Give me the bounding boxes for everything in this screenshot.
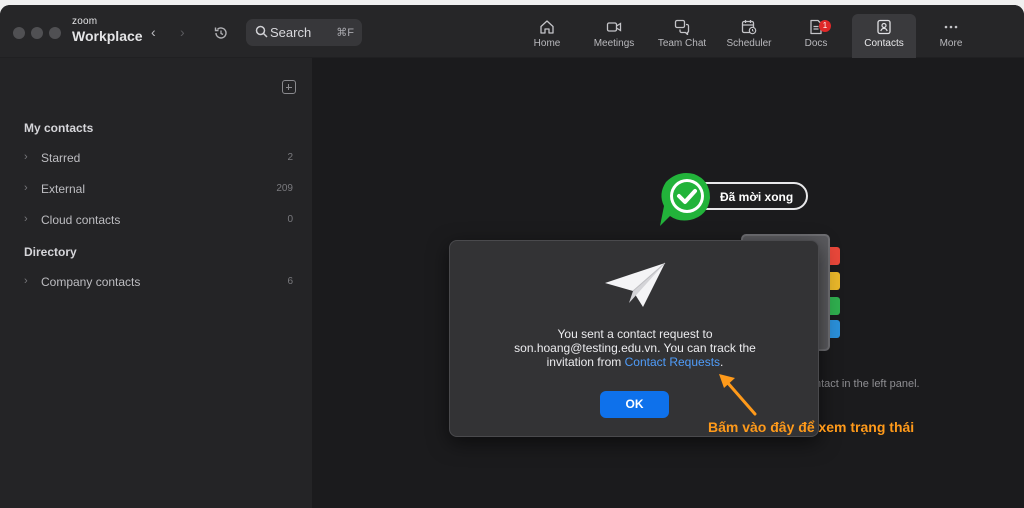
chevron-right-icon: ›	[24, 151, 28, 163]
title-bar: zoom Workplace ‹ › Search ⌘F Home Meetin…	[0, 5, 1024, 58]
tab-docs-label: Docs	[804, 38, 828, 49]
green-check-icon	[660, 173, 710, 226]
dialog-line-2: son.hoang@testing.edu.vn. You can track …	[514, 341, 756, 355]
docs-badge: 1	[819, 20, 831, 32]
my-contacts-heading: My contacts	[24, 121, 94, 135]
tab-home-label: Home	[533, 38, 561, 49]
orange-arrow-icon	[719, 374, 757, 416]
contacts-icon	[877, 19, 891, 35]
forward-arrow-icon[interactable]: ›	[180, 24, 185, 40]
tab-docs[interactable]: Docs 1	[788, 14, 844, 58]
zoom-window-button[interactable]	[49, 27, 61, 39]
home-icon	[540, 20, 554, 34]
sidebar-item-label: Company contacts	[41, 275, 141, 289]
chevron-right-icon: ›	[24, 275, 28, 287]
sidebar-item-count: 6	[287, 276, 293, 287]
book-tab-yellow	[830, 272, 840, 290]
tab-team-chat-label: Team Chat	[657, 38, 707, 49]
dialog-line-3: invitation from Contact Requests.	[450, 355, 820, 369]
minimize-window-button[interactable]	[31, 27, 43, 39]
sidebar-item-starred[interactable]: › Starred 2	[0, 148, 312, 170]
sidebar-item-count: 0	[287, 214, 293, 225]
paper-plane-icon	[605, 262, 666, 307]
ellipsis-icon	[944, 25, 958, 29]
empty-state-hint: ntact in the left panel.	[815, 378, 920, 390]
tab-more[interactable]: More	[924, 14, 978, 58]
tab-more-label: More	[939, 38, 963, 49]
callout-annotation: Bấm vào đây để xem trạng thái	[708, 419, 915, 435]
contact-request-dialog: You sent a contact request to son.hoang@…	[449, 240, 819, 437]
sidebar-item-label: External	[41, 182, 86, 196]
dialog-line-3-suffix: .	[720, 355, 724, 369]
book-tab-red	[830, 247, 840, 265]
video-camera-icon	[606, 22, 622, 32]
chevron-right-icon: ›	[24, 182, 28, 194]
add-contact-icon[interactable]	[282, 80, 296, 94]
tab-scheduler[interactable]: Scheduler	[721, 14, 777, 58]
dialog-message: You sent a contact request to son.hoang@…	[450, 327, 820, 369]
search-icon	[255, 25, 268, 38]
sidebar-item-count: 209	[276, 183, 293, 194]
book-tab-green	[830, 297, 840, 315]
dialog-line-1: You sent a contact request to	[557, 327, 713, 341]
brand-small: zoom	[72, 16, 98, 27]
sidebar-item-label: Cloud contacts	[41, 213, 121, 227]
tab-contacts[interactable]: Contacts	[852, 14, 916, 58]
dialog-line-3-prefix: invitation from	[546, 355, 625, 369]
sidebar-item-external[interactable]: › External 209	[0, 179, 312, 201]
done-annotation-label: Đã mời xong	[720, 190, 794, 204]
tab-scheduler-label: Scheduler	[726, 38, 772, 49]
tab-home[interactable]: Home	[518, 14, 576, 58]
close-window-button[interactable]	[13, 27, 25, 39]
directory-heading: Directory	[24, 245, 77, 259]
search-box[interactable]: Search ⌘F	[246, 19, 362, 46]
app-logo: zoom Workplace	[72, 16, 143, 44]
chevron-right-icon: ›	[24, 213, 28, 225]
tab-team-chat[interactable]: Team Chat	[652, 14, 712, 58]
tab-contacts-label: Contacts	[864, 38, 904, 49]
tab-meetings[interactable]: Meetings	[585, 14, 643, 58]
sidebar-item-cloud-contacts[interactable]: › Cloud contacts 0	[0, 210, 312, 232]
back-arrow-icon[interactable]: ‹	[151, 24, 156, 40]
contacts-sidebar: My contacts › Starred 2 › External 209 ›…	[0, 58, 312, 508]
search-label: Search	[270, 25, 312, 40]
sidebar-item-label: Starred	[41, 151, 81, 165]
book-tab-blue	[830, 320, 840, 338]
chat-bubbles-icon	[674, 19, 690, 35]
contact-requests-link[interactable]: Contact Requests	[625, 355, 720, 369]
calendar-clock-icon	[741, 20, 757, 35]
ok-button[interactable]: OK	[600, 391, 669, 418]
history-icon[interactable]	[213, 25, 229, 41]
search-shortcut: ⌘F	[336, 27, 354, 39]
tab-meetings-label: Meetings	[593, 38, 635, 49]
sidebar-item-count: 2	[287, 152, 293, 163]
brand-title: Workplace	[72, 28, 143, 44]
sidebar-item-company-contacts[interactable]: › Company contacts 6	[0, 272, 312, 294]
